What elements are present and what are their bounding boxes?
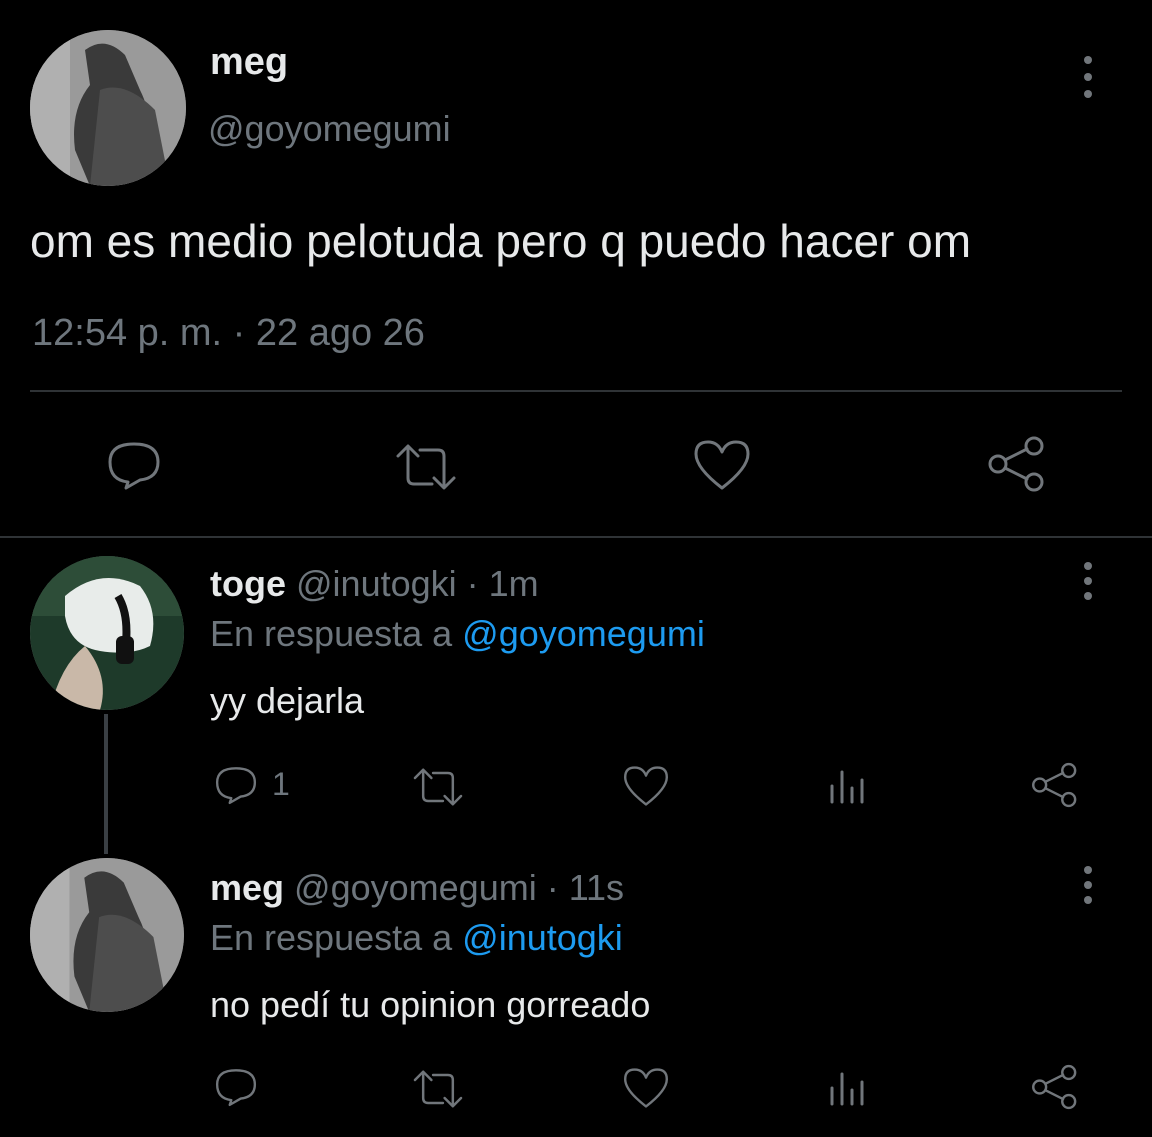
retweet-icon[interactable] bbox=[392, 442, 460, 492]
avatar[interactable] bbox=[30, 30, 186, 186]
like-icon[interactable] bbox=[622, 1066, 670, 1110]
retweet-icon[interactable] bbox=[410, 1068, 466, 1110]
display-name[interactable]: toge bbox=[210, 563, 286, 604]
more-options-icon[interactable] bbox=[1076, 56, 1100, 98]
display-name[interactable]: meg bbox=[210, 40, 288, 84]
tweet-text: om es medio pelotuda pero q puedo hacer … bbox=[30, 215, 972, 267]
retweet-icon[interactable] bbox=[410, 766, 466, 808]
like-icon[interactable] bbox=[622, 764, 670, 808]
mention-link[interactable]: @goyomegumi bbox=[462, 613, 705, 654]
avatar[interactable] bbox=[30, 858, 184, 1012]
display-name[interactable]: meg bbox=[210, 867, 284, 908]
share-icon[interactable] bbox=[1030, 762, 1080, 808]
analytics-icon[interactable] bbox=[828, 1070, 868, 1106]
reply-icon[interactable] bbox=[104, 436, 164, 492]
handle-time[interactable]: @inutogki · 1m bbox=[296, 563, 539, 604]
handle[interactable]: @goyomegumi bbox=[208, 108, 451, 150]
reply-count: 1 bbox=[272, 766, 290, 802]
share-icon[interactable] bbox=[1030, 1064, 1080, 1110]
avatar[interactable] bbox=[30, 556, 184, 710]
analytics-icon[interactable] bbox=[828, 768, 868, 804]
like-icon[interactable] bbox=[692, 438, 752, 492]
reply-icon[interactable] bbox=[212, 1064, 260, 1108]
share-icon[interactable] bbox=[986, 436, 1048, 492]
more-options-icon[interactable] bbox=[1076, 866, 1100, 904]
tweet-text: yy dejarla bbox=[210, 680, 365, 721]
handle-time[interactable]: @goyomegumi · 11s bbox=[294, 867, 624, 908]
replying-prefix: En respuesta a bbox=[210, 917, 453, 958]
replying-prefix: En respuesta a bbox=[210, 613, 453, 654]
replying-to: En respuesta a @inutogki bbox=[210, 916, 623, 960]
thread-line bbox=[104, 714, 108, 854]
more-options-icon[interactable] bbox=[1076, 562, 1100, 600]
reply-header: meg @goyomegumi · 11s bbox=[210, 866, 624, 910]
reply-icon[interactable] bbox=[212, 762, 260, 806]
timestamp[interactable]: 12:54 p. m. · 22 ago 26 bbox=[32, 310, 425, 356]
replying-to: En respuesta a @goyomegumi bbox=[210, 612, 705, 656]
divider bbox=[30, 390, 1122, 392]
reply-header: toge @inutogki · 1m bbox=[210, 562, 539, 606]
mention-link[interactable]: @inutogki bbox=[462, 917, 623, 958]
tweet-text: no pedí tu opinion gorreado bbox=[210, 984, 651, 1025]
section-divider bbox=[0, 536, 1152, 538]
